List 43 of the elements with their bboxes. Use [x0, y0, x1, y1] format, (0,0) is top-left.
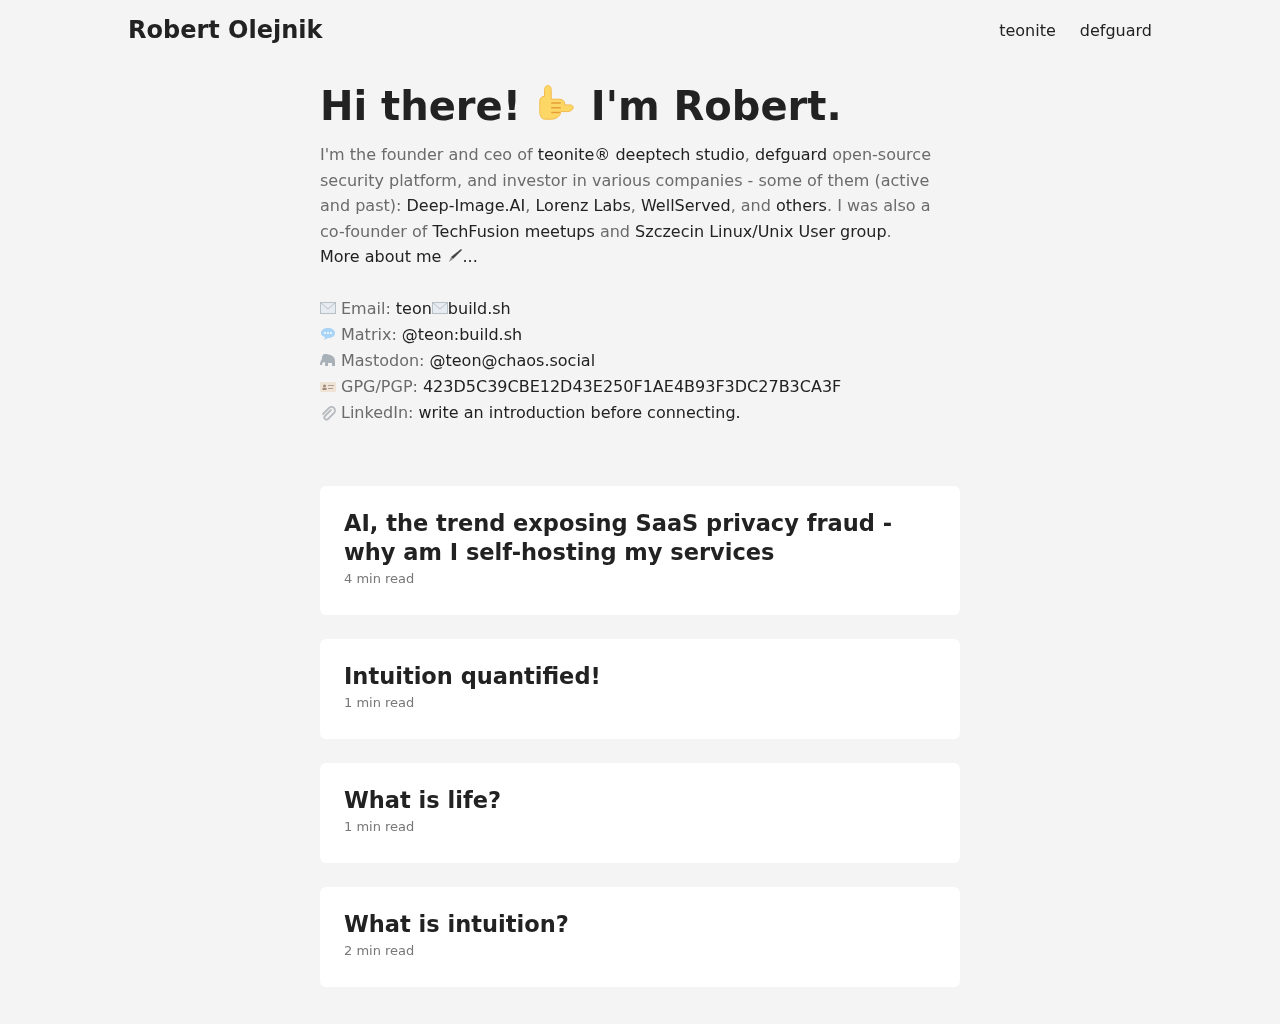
link[interactable]: WellServed	[640, 196, 731, 216]
link[interactable]: Lorenz Labs	[535, 196, 631, 216]
link[interactable]: teonite® deeptech studio	[537, 145, 745, 164]
post-title[interactable]: AI, the trend exposing SaaS privacy fraud - why am I self-hosting my services	[344, 508, 936, 567]
link[interactable]: Szczecin Linux/Unix User group	[635, 221, 887, 241]
nav-link[interactable]: defguard	[1079, 20, 1152, 40]
contact-label: Matrix:	[341, 324, 397, 344]
page-heading: Hi there! I'm Robert.	[320, 82, 843, 128]
contact-value[interactable]: @teon:build.sh	[401, 324, 523, 344]
post-card[interactable]: AI, the trend exposing SaaS privacy fraud - why am I self-hosting my services 4 min read	[320, 485, 960, 615]
elephant-icon	[320, 353, 336, 368]
contact-value[interactable]: write an introduction before connecting.	[418, 403, 741, 423]
speech-bubble-icon	[320, 327, 336, 342]
nav-link[interactable]: teonite	[999, 20, 1056, 40]
post-title[interactable]: What is life?	[344, 785, 936, 815]
post-title[interactable]: Intuition quantified!	[344, 661, 936, 691]
read-time: 1 min read	[344, 693, 416, 712]
link[interactable]: TechFusion meetups	[432, 221, 595, 241]
post-card[interactable]: Intuition quantified! 1 min read	[320, 638, 960, 739]
contact-label: GPG/PGP:	[341, 377, 418, 397]
contact-label: LinkedIn:	[341, 403, 414, 423]
contact-value[interactable]: 423D5C39CBE12D43E250F1AE4B93F3DC27B3CA3F	[422, 377, 842, 397]
contact-label: Email:	[341, 298, 391, 318]
read-time: 1 min read	[344, 817, 416, 836]
contact-value[interactable]: teon build.sh	[395, 298, 511, 318]
contact-label: Mastodon:	[341, 350, 425, 370]
paperclip-icon	[320, 404, 336, 421]
post-card[interactable]: What is life? 1 min read	[320, 762, 960, 863]
link[interactable]: others	[776, 196, 827, 216]
intro-paragraph: I'm the founder and ceo of teonite® deeptech studio, defguard open-source security platform, and investor in various companies - some of them (active and past): Deep-Image.AI, Lorenz Labs, WellServed, and others. I was also a co-founder of TechFusion meetups and Szczecin Linux/Unix User group.	[320, 144, 932, 243]
read-time: 2 min read	[344, 941, 416, 960]
link[interactable]: Deep-Image.AI	[406, 196, 526, 216]
post-title[interactable]: What is intuition?	[344, 909, 936, 939]
read-time: 4 min read	[344, 569, 416, 588]
envelope-icon	[431, 302, 448, 315]
id-card-icon	[320, 380, 336, 393]
pen-icon	[446, 248, 463, 265]
envelope-icon	[320, 302, 336, 315]
post-card[interactable]: What is intuition? 2 min read	[320, 886, 960, 987]
more-about-me-link[interactable]: More about me ...	[320, 244, 478, 270]
link[interactable]: defguard	[754, 145, 828, 164]
contact-value[interactable]: @teon@chaos.social	[429, 350, 596, 370]
site-title[interactable]: Robert Olejnik	[128, 16, 323, 44]
